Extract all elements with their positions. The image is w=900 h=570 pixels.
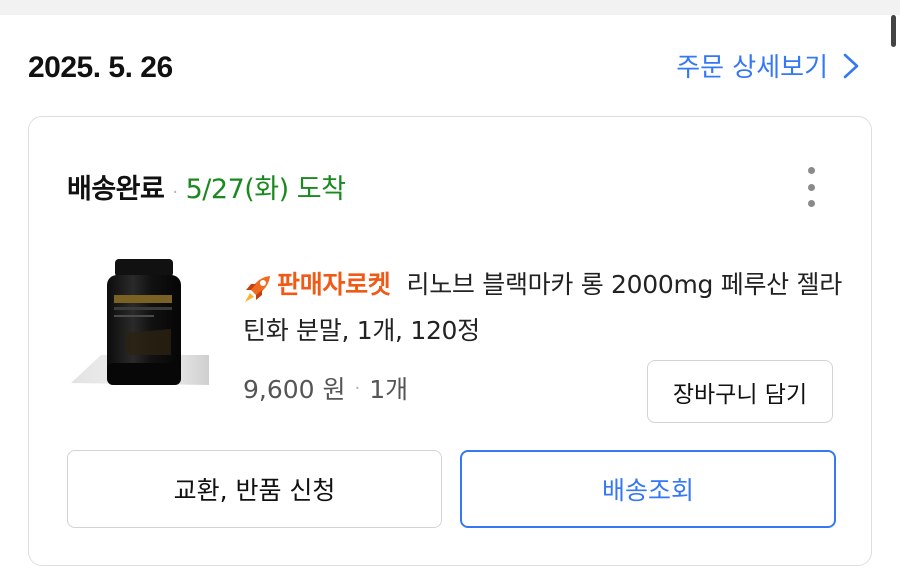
badge-label: 판매자로켓 <box>277 270 391 299</box>
scrollbar[interactable] <box>891 15 896 47</box>
product-image[interactable] <box>67 257 217 397</box>
status-label: 배송완료 <box>67 174 165 205</box>
price-row: 9,600 원 · 1개 <box>243 370 408 406</box>
exchange-return-button[interactable]: 교환, 반품 신청 <box>67 450 442 528</box>
more-options-button[interactable] <box>805 167 817 207</box>
rocket-icon <box>245 276 270 302</box>
order-detail-label: 주문 상세보기 <box>676 53 828 83</box>
add-to-cart-button[interactable]: 장바구니 담기 <box>647 360 833 423</box>
seller-rocket-badge: 판매자로켓 <box>243 262 391 308</box>
more-vertical-icon <box>807 167 815 174</box>
product-title[interactable]: 판매자로켓 리노브 블랙마카 롱 2000mg 페루산 젤라틴화 분말, 1개,… <box>243 262 843 354</box>
track-delivery-button[interactable]: 배송조회 <box>460 450 836 528</box>
order-date: 2025. 5. 26 <box>28 51 173 84</box>
quantity: 1개 <box>369 375 409 404</box>
delivery-status: 배송완료 · 5/27(화) 도착 <box>67 167 346 206</box>
chevron-right-icon <box>843 53 859 78</box>
order-list-page: 2025. 5. 26 주문 상세보기 배송완료 · 5/27(화) 도착 판매… <box>0 15 900 570</box>
separator-dot: · <box>354 377 361 399</box>
price: 9,600 원 <box>243 375 346 404</box>
separator-dot: · <box>172 182 178 203</box>
order-card: 배송완료 · 5/27(화) 도착 판매자로켓 리노브 블랙마카 롱 2000m… <box>28 116 872 566</box>
arrival-date: 5/27(화) 도착 <box>185 174 346 205</box>
order-detail-link[interactable]: 주문 상세보기 <box>676 47 860 84</box>
